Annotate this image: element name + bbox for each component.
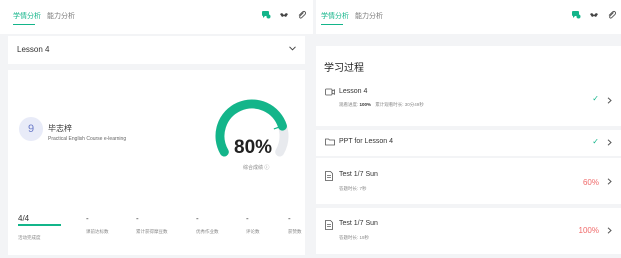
stat-comments: - 评论数 [246,214,260,235]
overall-score-value: 80% [234,137,273,158]
active-tab-indicator [13,24,35,25]
tab-bar: 学情分析 能力分析 [316,0,621,34]
toolbar-icons [571,10,617,20]
student-overview-panel: 学情分析 能力分析 Lesson 4 9 毕志梓 Practical Engli… [0,0,313,258]
chevron-right-icon[interactable] [607,178,612,185]
stat-preclass: - 课前达标数 [86,214,109,235]
attachment-icon[interactable] [297,10,307,20]
section-header: 学习过程 [316,46,621,76]
list-item[interactable]: PPT for Lesson 4 ✓ [316,130,621,156]
student-name: 毕志梓 [48,124,72,133]
active-tab-indicator [321,24,343,25]
tab-learning-analysis[interactable]: 学情分析 [13,11,41,21]
document-icon [325,171,333,181]
lesson-select[interactable]: Lesson 4 [8,36,305,64]
stat-value: - [246,214,249,223]
student-summary-card: 9 毕志梓 Practical English Course e-learnin… [8,70,305,255]
stat-value: 4/4 [18,214,30,223]
item-name: Test 1/7 Sun [339,171,378,178]
list-item[interactable]: Test 1/7 Sun 答题时长: 7秒 60% [316,158,621,204]
gauge-indicator [273,126,279,130]
completed-check-icon: ✓ [592,137,599,146]
lesson-select-value: Lesson 4 [17,45,50,54]
item-name: PPT for Lesson 4 [339,138,393,145]
toolbar-icons [261,10,307,20]
document-icon [325,220,333,230]
stat-label: 获赞数 [288,229,302,234]
attachment-icon[interactable] [607,10,617,20]
score-value: 60% [582,178,599,187]
tab-bar: 学情分析 能力分析 [0,0,313,34]
stat-label: 评论数 [246,229,260,234]
item-detail: 观看进度: 100% 累计观看时长: 30分49秒 [339,102,424,107]
video-icon [325,88,335,96]
stat-value: - [196,214,199,223]
item-detail: 答题时长: 19秒 [339,235,370,240]
completed-check-icon: ✓ [592,94,599,103]
stat-value: - [288,214,291,223]
chat-icon[interactable] [571,10,581,20]
activity-progress-bar [18,224,61,226]
learning-process-panel: 学情分析 能力分析 学习过程 Lesson 4 观看进度: 100% 累计观看时… [316,0,621,258]
stat-value: - [136,214,139,223]
stat-label: 课前达标数 [86,229,109,234]
avatar: 9 [19,117,43,141]
stat-activity-completion: 4/4 活动完成度 [18,214,41,241]
chevron-right-icon[interactable] [607,139,612,146]
student-course: Practical English Course e-learning [48,136,127,142]
folder-icon [325,138,335,146]
chevron-down-icon [289,46,296,51]
overall-score-label: 综合成绩 ⓘ [243,165,270,171]
chevron-right-icon[interactable] [607,227,612,234]
stat-likes: - 获赞数 [288,214,302,235]
tab-ability-analysis[interactable]: 能力分析 [47,11,75,21]
score-value: 100% [578,226,599,235]
chat-icon[interactable] [261,10,271,20]
stat-value: - [86,214,89,223]
item-name: Test 1/7 Sun [339,220,378,227]
list-item[interactable]: Lesson 4 观看进度: 100% 累计观看时长: 30分49秒 ✓ [316,76,621,126]
handshake-icon[interactable] [279,10,289,20]
tab-learning-analysis[interactable]: 学情分析 [321,11,349,21]
stat-excellent-homework: - 优秀作业数 [196,214,219,235]
stat-beans: - 累计获得摩豆数 [136,214,168,235]
tab-ability-analysis[interactable]: 能力分析 [355,11,383,21]
stat-label: 活动完成度 [18,235,41,240]
activity-progress-fill [18,224,61,226]
handshake-icon[interactable] [589,10,599,20]
stat-label: 累计获得摩豆数 [136,229,168,234]
chevron-right-icon[interactable] [607,97,612,104]
item-name: Lesson 4 [339,88,368,95]
stat-label: 优秀作业数 [196,229,219,234]
section-title: 学习过程 [324,63,364,74]
list-item[interactable]: Test 1/7 Sun 答题时长: 19秒 100% [316,208,621,254]
item-detail: 答题时长: 7秒 [339,186,367,191]
